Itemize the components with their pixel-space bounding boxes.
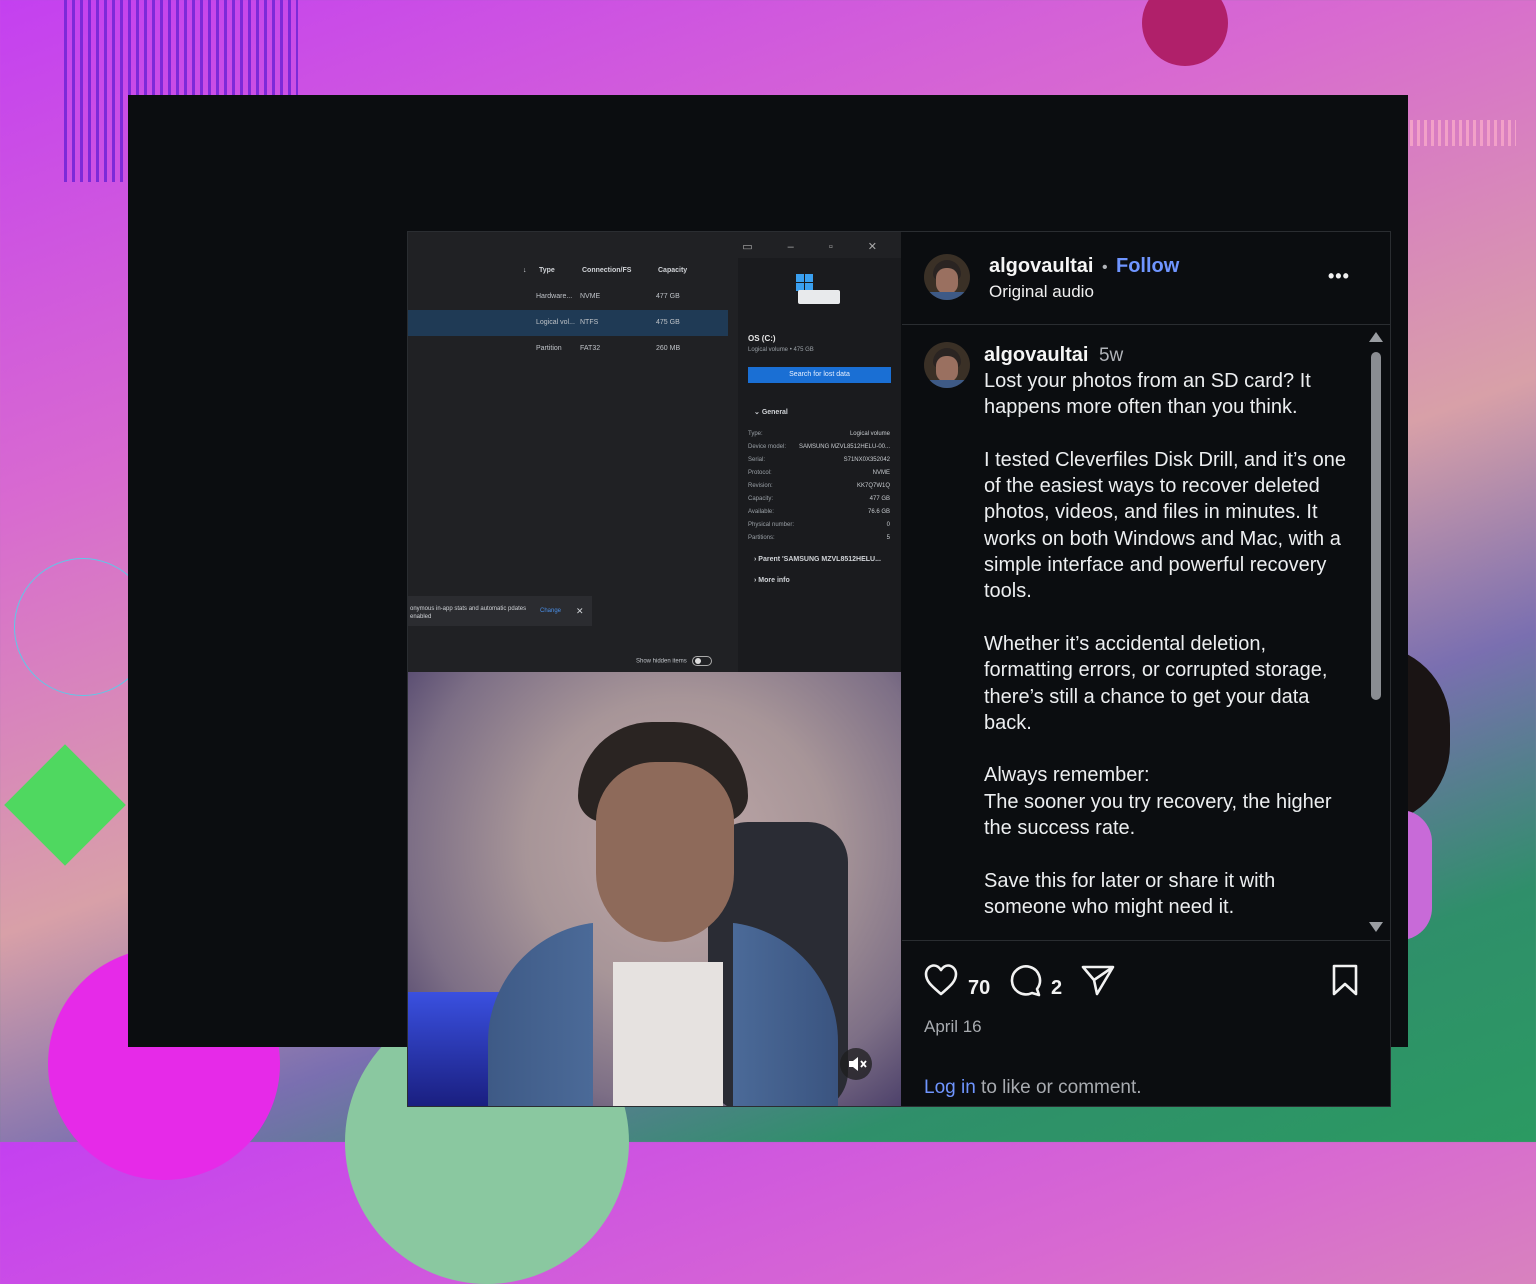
column-header: Capacity bbox=[658, 267, 688, 274]
like-icon[interactable] bbox=[923, 963, 959, 997]
avatar[interactable] bbox=[924, 254, 970, 300]
separator-dot: • bbox=[1101, 259, 1108, 276]
background-diamond bbox=[4, 744, 126, 866]
window-controls: ▭ – ▫ ✕ bbox=[742, 241, 893, 253]
comment-icon[interactable] bbox=[1007, 962, 1043, 998]
post-details-panel: algovaultai • Follow Original audio ••• … bbox=[902, 232, 1390, 1106]
more-info-row: › More info bbox=[754, 577, 790, 584]
share-icon[interactable] bbox=[1080, 963, 1116, 997]
post-actions: 70 2 April 16 Log in to like or comment. bbox=[902, 940, 1390, 1107]
bookmark-icon[interactable] bbox=[1330, 963, 1360, 997]
scroll-down-icon[interactable] bbox=[1369, 922, 1383, 932]
login-prompt: Log in to like or comment. bbox=[924, 1077, 1142, 1099]
post-header: algovaultai • Follow Original audio ••• bbox=[902, 232, 1390, 325]
caption-author-line: algovaultai 5w bbox=[984, 344, 1123, 367]
scroll-up-icon[interactable] bbox=[1369, 332, 1383, 342]
post-age: 5w bbox=[1098, 345, 1124, 366]
header-user-line: algovaultai • Follow bbox=[989, 255, 1179, 278]
post-date: April 16 bbox=[924, 1017, 982, 1036]
column-header: Connection/FS bbox=[582, 267, 632, 274]
lightbox-frame: ▭ – ▫ ✕ ↓ Type Connection/FS Capacity Ha… bbox=[128, 95, 1408, 1107]
caption-username-link[interactable]: algovaultai bbox=[984, 344, 1088, 366]
avatar[interactable] bbox=[924, 342, 970, 388]
audio-link[interactable]: Original audio bbox=[989, 282, 1094, 302]
comment-count: 2 bbox=[1051, 977, 1063, 999]
stats-notice: onymous in-app stats and automatic pdate… bbox=[408, 596, 592, 626]
parent-row: › Parent 'SAMSUNG MZVL8512HELU... bbox=[754, 556, 881, 563]
login-suffix: to like or comment. bbox=[975, 1077, 1142, 1098]
table-header: ↓ Type Connection/FS Capacity bbox=[523, 267, 688, 274]
section-general: ⌄ General bbox=[754, 409, 788, 416]
instagram-post: ▭ – ▫ ✕ ↓ Type Connection/FS Capacity Ha… bbox=[407, 231, 1391, 1107]
post-video[interactable]: ▭ – ▫ ✕ ↓ Type Connection/FS Capacity Ha… bbox=[408, 232, 901, 1106]
drive-details-panel: OS (C:) Logical volume • 475 GB Search f… bbox=[738, 258, 901, 672]
drive-icon bbox=[796, 274, 840, 308]
drive-subtitle: Logical volume • 475 GB bbox=[748, 347, 814, 353]
mute-icon[interactable] bbox=[840, 1048, 872, 1080]
more-options-button[interactable]: ••• bbox=[1328, 266, 1350, 287]
search-lost-data-button[interactable]: Search for lost data bbox=[748, 367, 891, 383]
follow-button[interactable]: Follow bbox=[1116, 255, 1179, 277]
table-row: Partition FAT32 260 MB bbox=[536, 345, 681, 352]
login-link[interactable]: Log in bbox=[924, 1077, 976, 1098]
video-screen-capture: ▭ – ▫ ✕ ↓ Type Connection/FS Capacity Ha… bbox=[408, 232, 901, 672]
background-circle bbox=[1142, 0, 1228, 66]
table-row-selected: Logical vol... NTFS 475 GB bbox=[408, 310, 728, 336]
post-caption: Lost your photos from an SD card? It hap… bbox=[984, 370, 1346, 918]
background-stripes bbox=[1410, 120, 1516, 146]
drive-name: OS (C:) bbox=[748, 334, 776, 343]
column-header: Type bbox=[539, 267, 555, 274]
scroll-thumb[interactable] bbox=[1371, 352, 1381, 700]
table-row: Hardware... NVME 477 GB bbox=[536, 293, 680, 300]
show-hidden-toggle: Show hidden items bbox=[636, 656, 713, 666]
comments-scrollbar[interactable] bbox=[1368, 332, 1384, 932]
person-face bbox=[596, 762, 734, 942]
person-jacket bbox=[488, 922, 838, 1106]
username-link[interactable]: algovaultai bbox=[989, 255, 1093, 277]
video-frame-person bbox=[408, 672, 901, 1106]
like-count: 70 bbox=[968, 977, 991, 999]
